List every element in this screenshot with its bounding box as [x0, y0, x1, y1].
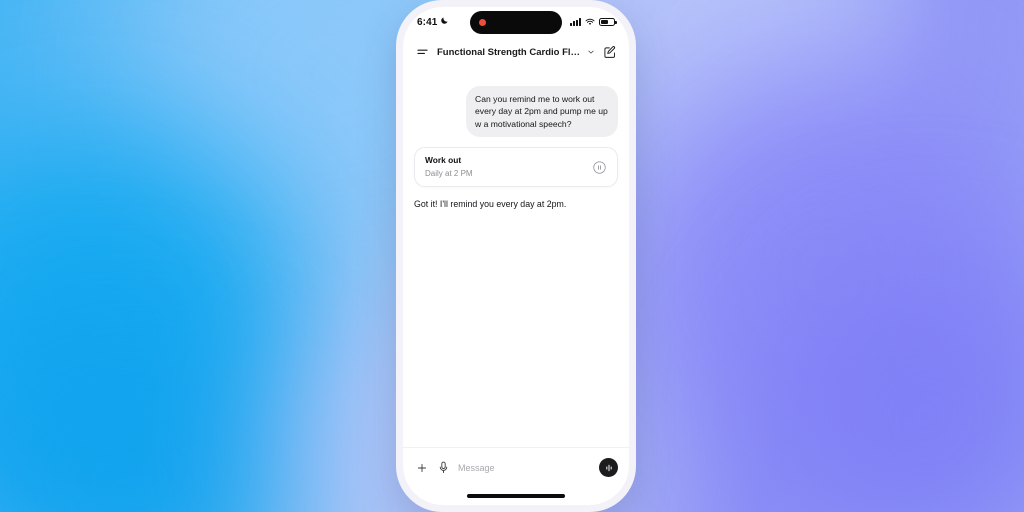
battery-icon	[599, 18, 617, 26]
reminder-card[interactable]: Work out Daily at 2 PM	[414, 147, 618, 187]
hamburger-menu-icon[interactable]	[413, 43, 431, 61]
signal-bars-icon	[570, 18, 581, 26]
voice-waveform-icon[interactable]	[599, 458, 618, 477]
phone-screen: 6:41 Functional Strength Cardio Fle... C…	[403, 7, 629, 505]
wifi-icon	[585, 13, 595, 31]
crescent-moon-icon	[440, 16, 449, 28]
status-bar-time: 6:41	[417, 16, 438, 28]
assistant-reply-text: Got it! I'll remind you every day at 2pm…	[414, 198, 567, 209]
pause-circle-icon[interactable]	[592, 160, 607, 175]
microphone-icon[interactable]	[436, 460, 451, 475]
user-message-bubble: Can you remind me to work out every day …	[466, 86, 618, 138]
conversation-title-button[interactable]: Functional Strength Cardio Fle...	[437, 43, 595, 61]
plus-icon[interactable]	[414, 460, 429, 475]
reminder-title: Work out	[425, 155, 462, 166]
status-bar-right	[570, 13, 617, 31]
recording-indicator-dot	[479, 19, 486, 26]
reminder-card-text: Work out Daily at 2 PM	[425, 155, 584, 179]
conversation-thread[interactable]: motivational. Can you remind me to work …	[403, 67, 629, 447]
message-composer-bar	[403, 447, 629, 487]
navigation-bar: Functional Strength Cardio Fle...	[403, 37, 629, 67]
compose-icon[interactable]	[601, 43, 619, 61]
message-input[interactable]	[458, 462, 592, 473]
phone-device-frame: 6:41 Functional Strength Cardio Fle... C…	[396, 0, 636, 512]
reminder-schedule: Daily at 2 PM	[425, 168, 473, 178]
dynamic-island	[470, 11, 562, 34]
message-row-user: Can you remind me to work out every day …	[414, 86, 618, 138]
home-indicator-area	[403, 487, 629, 505]
chevron-down-icon	[587, 43, 595, 61]
clipped-previous-message: motivational.	[414, 67, 618, 78]
status-bar-left: 6:41	[417, 16, 449, 28]
home-indicator[interactable]	[467, 494, 565, 498]
status-bar: 6:41	[403, 7, 629, 37]
conversation-title: Functional Strength Cardio Fle...	[437, 46, 583, 58]
